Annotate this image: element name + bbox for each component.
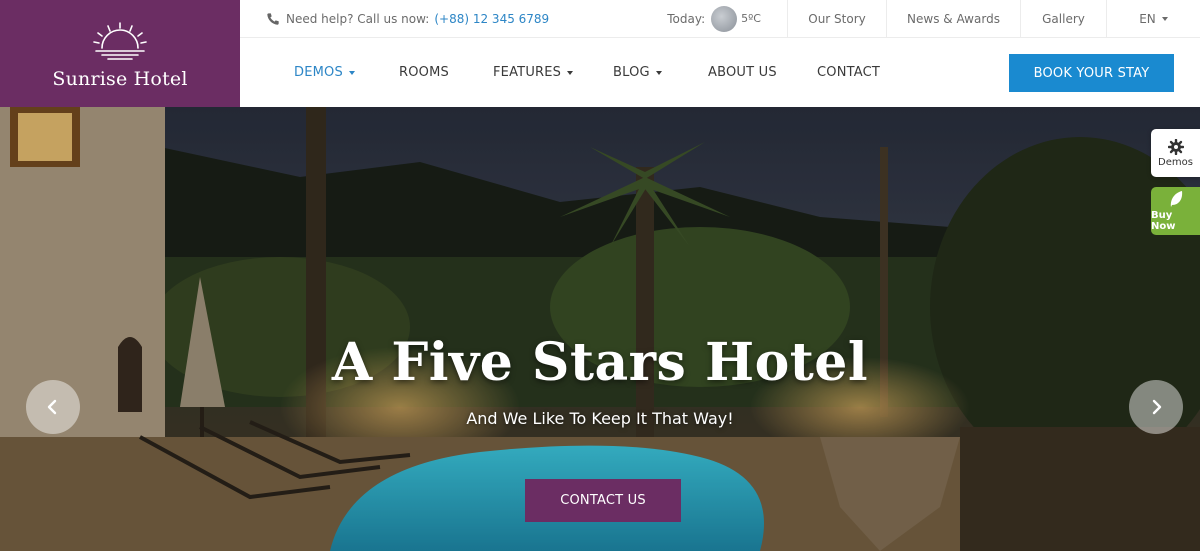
weather-widget: Today: 5ºC	[640, 0, 787, 37]
nav-label-features: FEATURES	[493, 65, 562, 80]
logo[interactable]: Sunrise Hotel	[0, 0, 240, 107]
chevron-down-icon	[567, 70, 574, 75]
weather-moon-icon	[711, 5, 738, 32]
nav-label-contact: CONTACT	[817, 65, 881, 80]
weather-label: Today:	[667, 11, 706, 26]
help-contact: Need help? Call us now: (+88) 12 345 678…	[240, 0, 640, 37]
chevron-down-icon	[348, 70, 355, 75]
contact-us-button[interactable]: CONTACT US	[525, 479, 681, 522]
brand-name: Sunrise Hotel	[52, 67, 188, 90]
chevron-down-icon	[1161, 16, 1168, 21]
buy-now-side-button[interactable]: Buy Now	[1151, 187, 1200, 235]
top-bar: Need help? Call us now: (+88) 12 345 678…	[240, 0, 1200, 38]
language-label: EN	[1139, 11, 1156, 26]
nav-item-contact[interactable]: CONTACT	[817, 38, 880, 107]
language-selector[interactable]: EN	[1106, 0, 1200, 37]
phone-link[interactable]: (+88) 12 345 6789	[434, 12, 549, 26]
toplink-news-awards[interactable]: News & Awards	[886, 0, 1020, 37]
chevron-right-icon	[1152, 399, 1162, 415]
nav-item-demos[interactable]: DEMOS	[294, 38, 355, 107]
slider-prev-button[interactable]	[26, 380, 80, 434]
main-nav: DEMOS ROOMS FEATURES BLOG ABOUT US CONTA…	[240, 38, 1200, 107]
chevron-down-icon	[655, 70, 662, 75]
leaf-icon	[1170, 191, 1182, 207]
phone-icon	[267, 12, 279, 25]
hero-title: A Five Stars Hotel	[331, 332, 869, 393]
nav-label-rooms: ROOMS	[399, 65, 449, 80]
toplink-our-story[interactable]: Our Story	[787, 0, 886, 37]
slider-next-button[interactable]	[1129, 380, 1183, 434]
buy-now-side-label: Buy Now	[1151, 210, 1176, 232]
nav-label-blog: BLOG	[613, 65, 650, 80]
nav-item-rooms[interactable]: ROOMS	[399, 38, 449, 107]
weather-temperature: 5ºC	[741, 12, 761, 25]
book-your-stay-button[interactable]: BOOK YOUR STAY	[1009, 54, 1174, 92]
nav-item-features[interactable]: FEATURES	[493, 38, 574, 107]
demos-side-button[interactable]: Demos	[1151, 129, 1200, 177]
toplink-gallery[interactable]: Gallery	[1020, 0, 1106, 37]
nav-item-blog[interactable]: BLOG	[613, 38, 662, 107]
nav-label-demos: DEMOS	[294, 65, 343, 80]
nav-label-about-us: ABOUT US	[708, 65, 777, 80]
chevron-left-icon	[47, 399, 57, 415]
help-label: Need help? Call us now:	[286, 11, 430, 26]
nav-item-about-us[interactable]: ABOUT US	[708, 38, 777, 107]
sunrise-logo-icon	[93, 21, 147, 60]
hero-slider: A Five Stars Hotel And We Like To Keep I…	[0, 107, 1200, 551]
hero-subtitle: And We Like To Keep It That Way!	[466, 409, 734, 428]
demos-side-label: Demos	[1158, 156, 1193, 168]
gear-icon	[1167, 138, 1184, 155]
